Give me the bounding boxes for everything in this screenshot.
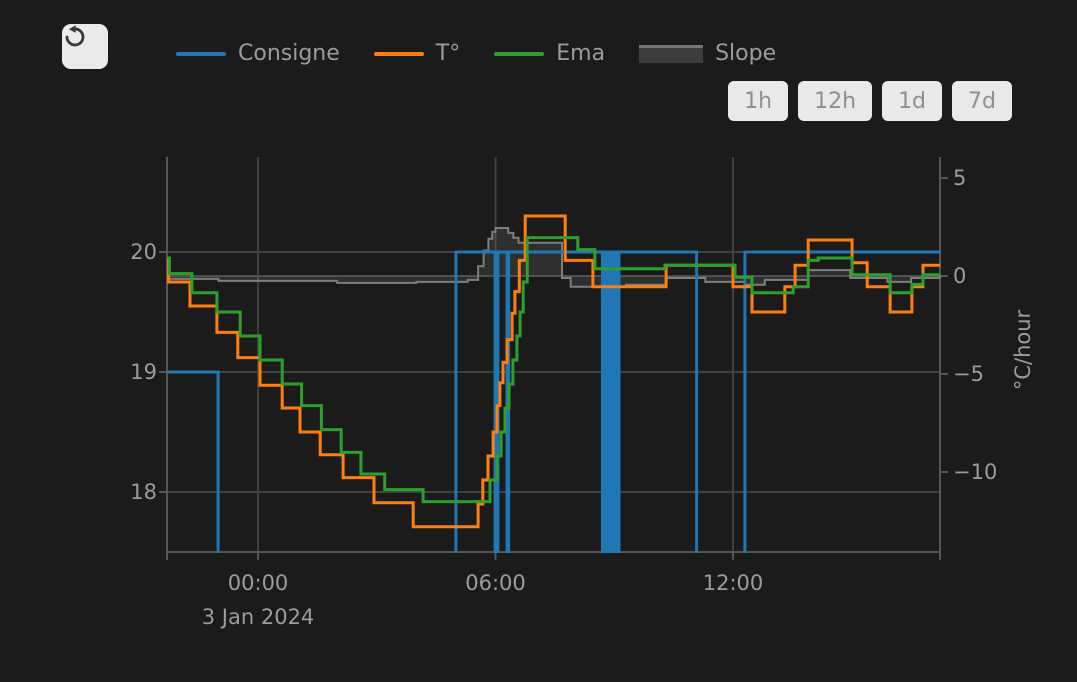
y-right-tick-label: −5 (953, 362, 984, 386)
legend-item-label: Consigne (238, 41, 340, 67)
y-left-tick-label: 18 (97, 480, 157, 504)
y-right-tick-label: 5 (953, 166, 966, 190)
x-tick-label: 06:00 (451, 571, 541, 595)
legend-item-label: Ema (556, 41, 605, 67)
range-button-1h[interactable]: 1h (728, 81, 788, 121)
temperature-line-swatch (374, 52, 424, 56)
y-left-tick-label: 20 (97, 240, 157, 264)
legend-item-slope[interactable]: Slope (639, 41, 776, 67)
y-right-tick-label: −10 (953, 460, 997, 484)
y-right-axis-title: °C/hour (1011, 280, 1035, 420)
legend-item-label: T° (436, 41, 460, 67)
legend-item-label: Slope (715, 41, 776, 67)
x-tick-label: 12:00 (688, 571, 778, 595)
legend-item-ema[interactable]: Ema (494, 41, 605, 67)
y-right-tick-label: 0 (953, 264, 966, 288)
legend-item-consigne[interactable]: Consigne (176, 41, 340, 67)
legend: Consigne T° Ema Slope (176, 40, 776, 68)
y-left-tick-label: 19 (97, 360, 157, 384)
slope-area-swatch (639, 45, 703, 63)
refresh-button[interactable] (62, 24, 108, 69)
range-button-1d[interactable]: 1d (882, 81, 942, 121)
x-tick-label: 00:00 (213, 571, 303, 595)
range-button-12h[interactable]: 12h (798, 81, 872, 121)
date-label: 3 Jan 2024 (178, 605, 338, 629)
consigne-line-swatch (176, 52, 226, 56)
range-button-7d[interactable]: 7d (952, 81, 1012, 121)
legend-item-temperature[interactable]: T° (374, 41, 460, 67)
range-buttons: 1h 12h 1d 7d (728, 81, 1012, 121)
ema-line-swatch (494, 52, 544, 56)
